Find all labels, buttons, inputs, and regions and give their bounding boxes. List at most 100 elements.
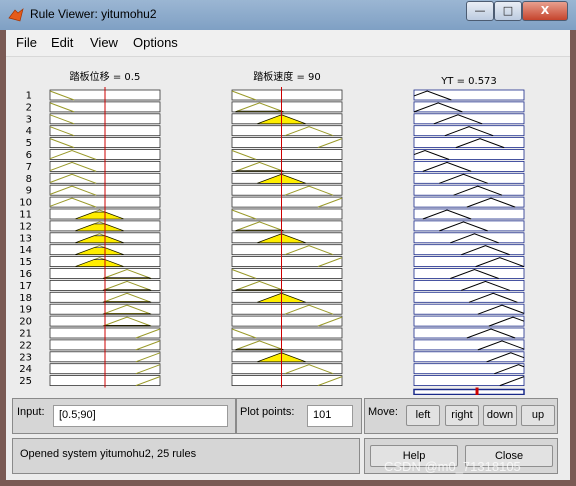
rule-viewer-window: Rule Viewer: yitumohu2 — □ X File Edit V… (0, 0, 576, 486)
close-window-button[interactable]: X (522, 1, 568, 21)
close-icon: X (540, 4, 550, 17)
move-panel: Move: left right down up (364, 398, 558, 434)
membership-fill (235, 289, 284, 291)
minimize-button[interactable]: — (466, 1, 494, 21)
rule-number: 14 (19, 245, 32, 256)
column-header-0: 踏板位移 = 0.5 (70, 70, 141, 83)
rule-plot-frame (231, 137, 343, 148)
rule-plot-frame (413, 351, 525, 363)
status-panel: Opened system yitumohu2, 25 rules (12, 438, 360, 474)
status-text: Opened system yitumohu2, 25 rules (20, 448, 197, 460)
rule-plot-frame (413, 196, 525, 208)
input-label: Input: (17, 406, 45, 418)
rule-number: 4 (26, 126, 32, 137)
rule-plot-frame (413, 232, 525, 244)
rule-plot-frame (413, 303, 525, 315)
rule-plot-frame (231, 327, 343, 339)
menu-file[interactable]: File (16, 35, 37, 50)
rule-number: 18 (19, 293, 32, 304)
rule-number: 20 (19, 317, 32, 328)
rule-number: 15 (19, 257, 32, 268)
rule-number: 21 (19, 329, 32, 340)
rule-plot-frame (413, 89, 525, 101)
rule-plot-frame (231, 315, 343, 327)
membership-fill (235, 110, 284, 113)
rule-number: 12 (19, 221, 32, 232)
rule-plot-frame (413, 149, 525, 160)
title-bar[interactable]: Rule Viewer: yitumohu2 — □ X (0, 0, 576, 30)
rule-number: 17 (19, 281, 32, 292)
membership-fill (102, 289, 152, 291)
rule-plot-frame (231, 244, 343, 256)
rule-number: 6 (26, 150, 32, 161)
rule-number: 19 (19, 305, 32, 316)
maximize-icon: □ (502, 4, 514, 17)
membership-fill (235, 170, 284, 172)
menu-bar: File Edit View Options (6, 30, 570, 57)
rule-plots: 踏板位移 = 0.5 踏板速度 = 90 YT = 0.57312345678910… (19, 70, 525, 395)
input-panel: Input: [0.5;90] (12, 398, 236, 434)
membership-fill (102, 324, 152, 327)
maximize-button[interactable]: □ (494, 1, 522, 21)
move-label: Move: (368, 406, 398, 418)
rule-plot-frame (231, 303, 343, 315)
rule-plot-frame (413, 291, 525, 303)
input-field[interactable]: [0.5;90] (53, 405, 228, 427)
rule-number: 13 (19, 233, 32, 244)
move-right-button[interactable]: right (445, 405, 479, 426)
rule-plot-frame (231, 208, 343, 220)
rule-plot-frame (413, 315, 525, 327)
rule-number: 9 (26, 186, 32, 197)
membership-fill (235, 348, 284, 351)
window-title: Rule Viewer: yitumohu2 (30, 7, 157, 21)
rule-number: 7 (26, 162, 32, 173)
matlab-logo-icon (8, 7, 24, 23)
rule-number: 25 (19, 376, 32, 387)
move-up-button[interactable]: up (521, 405, 555, 426)
rule-plot-frame (413, 172, 525, 184)
rule-plot-frame (413, 375, 525, 387)
menu-edit[interactable]: Edit (51, 35, 73, 50)
rule-number: 2 (26, 102, 32, 113)
move-left-button[interactable]: left (406, 405, 440, 426)
aggregate-output-frame (413, 388, 525, 395)
rule-number: 11 (19, 210, 32, 221)
menu-view[interactable]: View (90, 35, 118, 50)
plot-points-field[interactable]: 101 (307, 405, 353, 427)
menu-options[interactable]: Options (133, 35, 178, 50)
rule-plot-frame (231, 268, 343, 279)
plot-points-panel: Plot points: 101 (236, 398, 362, 434)
rule-number: 16 (19, 269, 32, 280)
rule-plot-frame (413, 184, 525, 196)
rule-plot-frame (413, 339, 525, 351)
rule-plot-frame (413, 279, 525, 291)
rule-plot-frame (231, 125, 343, 137)
rule-number: 22 (19, 340, 32, 351)
rule-number: 10 (19, 198, 32, 209)
rule-plot-frame (231, 184, 343, 196)
rule-plot-frame (231, 256, 343, 268)
rule-plot-frame (231, 196, 343, 208)
column-header-2: YT = 0.573 (440, 76, 497, 87)
rule-plot-frame (413, 220, 525, 232)
minimize-icon: — (474, 4, 486, 17)
rule-number: 5 (26, 138, 32, 149)
rule-plot-frame (413, 327, 525, 339)
rule-plot-frame (413, 256, 525, 268)
rule-plot-frame (231, 363, 343, 375)
rule-plot-frame (413, 268, 525, 279)
move-down-button[interactable]: down (483, 405, 517, 426)
rule-plot-frame (413, 244, 525, 256)
membership-fill (102, 313, 152, 315)
rule-plot-frame (413, 101, 525, 113)
rule-number: 24 (19, 364, 32, 375)
rule-number: 23 (19, 352, 32, 363)
membership-fill (235, 229, 284, 232)
rule-plot-frame (413, 208, 525, 220)
rule-number: 1 (26, 91, 32, 102)
rule-plot-frame (231, 149, 343, 160)
watermark-text: CSDN @m0_71318105 (384, 459, 521, 474)
rule-number: 3 (26, 114, 32, 125)
column-header-1: 踏板速度 = 90 (253, 70, 320, 83)
membership-fill (102, 301, 152, 303)
